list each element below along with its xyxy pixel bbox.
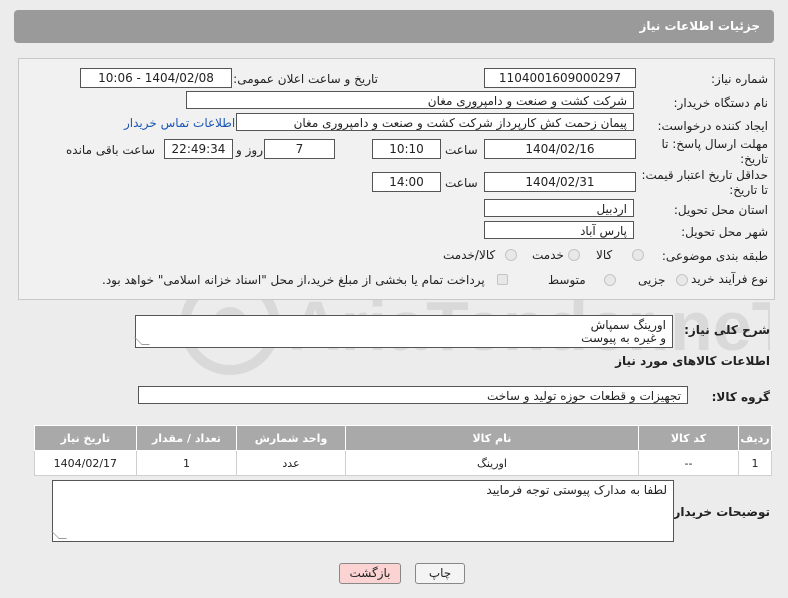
purchase-type-label: نوع فرآیند خرید : xyxy=(683,272,768,286)
price-date-field[interactable]: 1404/02/31 xyxy=(484,172,636,192)
purchase-medium-radio[interactable] xyxy=(604,274,616,286)
remaining-time-field[interactable]: 22:49:34 xyxy=(164,139,233,159)
category-both-radio[interactable] xyxy=(505,249,517,261)
buyer-contact-link[interactable]: اطلاعات تماس خریدار xyxy=(124,116,235,130)
goods-name: اورینگ xyxy=(344,450,640,476)
goods-table: ردیف کد کالا نام کالا واحد شمارش تعداد /… xyxy=(34,425,772,476)
price-validity-label: حداقل تاریخ اعتبار قیمت: تا تاریخ: xyxy=(641,168,768,197)
need-date: 1404/02/17 xyxy=(34,450,137,476)
category-goods-label: کالا xyxy=(596,248,613,262)
goods-group-label: گروه کالا: xyxy=(711,390,770,404)
goods-table-header: ردیف کد کالا نام کالا واحد شمارش تعداد /… xyxy=(34,425,772,451)
purchase-minor-label: جزیی xyxy=(638,273,666,287)
purchase-medium-label: متوسط xyxy=(548,273,586,287)
creator-label: ایجاد کننده درخواست: xyxy=(657,119,768,133)
print-button[interactable]: چاپ xyxy=(415,563,465,584)
treasury-payment-note: پرداخت تمام یا بخشی از مبلغ خرید،از محل … xyxy=(102,273,485,287)
buyer-notes-label: توضیحات خریدار: xyxy=(668,505,770,519)
buyer-notes-textarea[interactable]: لطفا به مدارک پیوستی توجه فرمایید xyxy=(51,480,674,542)
price-hour-label: ساعت xyxy=(445,176,478,190)
need-number-field[interactable]: 1104001609000297 xyxy=(484,68,636,88)
category-both-label: کالا/خدمت xyxy=(443,248,496,262)
announce-field[interactable]: 1404/02/08 - 10:06 xyxy=(80,68,232,88)
back-button[interactable]: بازگشت xyxy=(339,563,401,584)
table-row[interactable]: 1 -- اورینگ عدد 1 1404/02/17 xyxy=(34,450,772,476)
buyer-notes-text: لطفا به مدارک پیوستی توجه فرمایید xyxy=(486,483,667,497)
col-need-date: تاریخ نیاز xyxy=(34,425,137,451)
category-goods-radio[interactable] xyxy=(632,249,644,261)
reply-time-field[interactable]: 10:10 xyxy=(372,139,441,159)
city-label: شهر محل تحویل: xyxy=(681,225,768,239)
page-title: جزئیات اطلاعات نیاز xyxy=(639,19,760,33)
goods-group-field[interactable]: تجهیزات و قطعات حوزه تولید و ساخت xyxy=(138,386,688,404)
reply-date-field[interactable]: 1404/02/16 xyxy=(484,139,636,159)
city-field[interactable]: پارس آباد xyxy=(484,221,634,239)
col-goods-name: نام کالا xyxy=(344,425,640,451)
resize-handle[interactable] xyxy=(51,531,67,539)
treasury-payment-checkbox[interactable] xyxy=(497,274,508,285)
category-label: طبقه بندی موضوعی: xyxy=(661,249,768,263)
purchase-minor-radio[interactable] xyxy=(676,274,688,286)
unit: عدد xyxy=(236,450,346,476)
description-textarea[interactable]: اورینگ سمپاش و غیره به پیوست xyxy=(134,315,673,348)
category-service-radio[interactable] xyxy=(568,249,580,261)
description-line-2: و غیره به پیوست xyxy=(581,331,666,345)
reply-deadline-label: مهلت ارسال پاسخ: تا تاریخ: xyxy=(661,137,768,166)
announce-label: تاریخ و ساعت اعلان عمومی: xyxy=(233,72,378,86)
goods-code: -- xyxy=(637,450,740,476)
remaining-label: ساعت باقی مانده xyxy=(66,143,156,157)
reply-hour-label: ساعت xyxy=(445,143,478,157)
col-goods-code: کد کالا xyxy=(637,425,740,451)
province-field[interactable]: اردبیل xyxy=(484,199,634,217)
col-unit: واحد شمارش xyxy=(236,425,346,451)
row-number: 1 xyxy=(738,450,772,476)
days-label: روز و xyxy=(236,143,263,157)
col-quantity: تعداد / مقدار xyxy=(135,425,238,451)
days-field[interactable]: 7 xyxy=(264,139,335,159)
need-number-label: شماره نیاز: xyxy=(711,72,768,86)
col-row-number: ردیف xyxy=(738,425,772,451)
buyer-org-field[interactable]: شرکت کشت و صنعت و دامپروری مغان xyxy=(186,91,634,109)
goods-info-title: اطلاعات کالاهای مورد نیاز xyxy=(615,354,770,368)
price-time-field[interactable]: 14:00 xyxy=(372,172,441,192)
quantity: 1 xyxy=(135,450,238,476)
province-label: استان محل تحویل: xyxy=(673,203,768,217)
page-header: جزئیات اطلاعات نیاز xyxy=(14,10,774,43)
buyer-org-label: نام دستگاه خریدار: xyxy=(673,96,769,110)
category-service-label: خدمت xyxy=(532,248,564,262)
description-label: شرح کلی نیاز: xyxy=(684,323,770,337)
creator-field[interactable]: پیمان زحمت کش کارپرداز شرکت کشت و صنعت و… xyxy=(236,113,634,131)
